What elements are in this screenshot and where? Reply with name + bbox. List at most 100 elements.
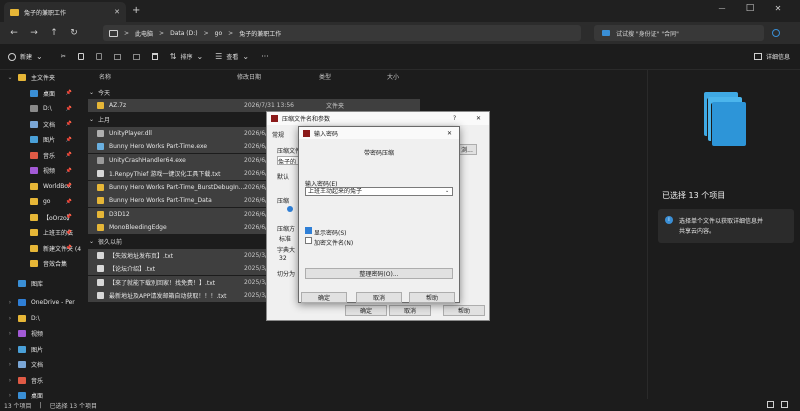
maximize-button[interactable]: □ [742,3,758,13]
chevron-down-icon[interactable]: ⌄ [89,238,94,245]
minimize-button[interactable]: — [714,4,730,12]
radio-rar[interactable] [287,206,293,212]
browse-button[interactable]: 浏... [457,144,477,155]
password-cancel-button[interactable]: 取消 [356,292,402,303]
file-icon [97,292,104,299]
column-size[interactable]: 大小 [387,72,399,81]
paste-icon[interactable] [90,48,108,66]
breadcrumb-go[interactable]: go [215,30,222,37]
sidebar-item[interactable]: 音乐 📌 [0,148,84,164]
sidebar-item[interactable]: › 文档 [0,357,84,373]
list-view-icon[interactable] [767,401,774,408]
password-dropdown-icon[interactable]: ⌄ [445,188,449,194]
sidebar-item[interactable]: 图库 [0,276,84,292]
column-type[interactable]: 类型 [319,72,331,81]
sidebar-item-label: 主文件夹 [31,75,56,83]
archive-help-button[interactable]: 帮助 [443,305,485,316]
view-button[interactable]: ☰ 查看 ⌄ [209,48,255,66]
breadcrumb-drive[interactable]: Data (D:) [170,30,198,37]
sidebar-item-label: 文档 [43,121,56,129]
password-field[interactable]: 上班王动起来的兔子 [305,187,453,196]
up-button[interactable]: ↑ [44,28,64,38]
archive-name-field[interactable]: 兔子的 [277,156,299,165]
show-password-checkbox[interactable] [305,227,312,234]
expand-chevron-icon[interactable]: › [6,346,14,353]
sidebar-item[interactable]: › 视频 [0,326,84,342]
chevron-down-icon[interactable]: ⌄ [89,116,94,123]
expand-chevron-icon[interactable]: › [6,299,14,306]
encrypt-names-checkbox[interactable] [305,237,312,244]
winrar-icon [271,115,278,122]
sidebar-item[interactable]: 视频 📌 [0,163,84,179]
archive-ok-button[interactable]: 确定 [345,305,387,316]
delete-icon[interactable] [146,48,164,66]
sidebar-item[interactable]: › 音乐 [0,373,84,389]
password-ok-button[interactable]: 确定 [301,292,347,303]
sidebar-item[interactable]: 【oOrzo】 📌 [0,210,84,226]
sidebar-item[interactable]: 上班王的伝 📌 [0,225,84,241]
group-header[interactable]: ⌄ 上月 [88,114,110,126]
breadcrumb-this-pc[interactable]: 此电脑 [135,29,153,38]
sidebar-item[interactable]: › 桌面 [0,388,84,399]
expand-chevron-icon[interactable]: › [6,330,14,337]
password-dialog-close[interactable]: ✕ [447,130,452,137]
address-bar[interactable]: > 此电脑 > Data (D:) > go > 兔子的兼职工作 [103,25,581,41]
expand-chevron-icon[interactable]: ⌄ [6,74,14,81]
sidebar-item[interactable]: D:\ 📌 [0,101,84,117]
breadcrumb-sep: > [124,29,130,37]
tab-current[interactable]: 兔子的兼职工作 ✕ [4,2,126,22]
back-button[interactable]: ← [4,28,24,38]
title-bar: 兔子的兼职工作 ✕ + — □ ✕ [0,0,800,22]
expand-chevron-icon[interactable]: › [6,392,14,399]
sidebar-item[interactable]: 音效合集 [0,256,84,272]
password-help-button[interactable]: 帮助 [409,292,455,303]
sidebar-item[interactable]: 文档 📌 [0,117,84,133]
file-name: Bunny Hero Works Part-Time_Data [109,197,212,204]
sort-button[interactable]: ⇅ 排序 ⌄ [164,48,209,66]
tile-view-icon[interactable] [781,401,788,408]
search-box[interactable]: 试试搜 "身份证" "合同" [594,25,764,41]
expand-chevron-icon[interactable]: › [6,315,14,322]
tab-close-icon[interactable]: ✕ [114,8,120,16]
sidebar-item[interactable]: WorldBox 📌 [0,179,84,195]
chevron-down-icon[interactable]: ⌄ [89,89,94,96]
pin-icon: 📌 [65,90,72,97]
more-button[interactable]: ··· [255,48,275,66]
column-date[interactable]: 修改日期 [237,72,261,81]
tab-general[interactable]: 常规 [272,130,284,139]
archive-cancel-button[interactable]: 取消 [389,305,431,316]
close-window-button[interactable]: ✕ [770,4,786,13]
tab-title: 兔子的兼职工作 [24,9,67,17]
password-heading: 带密码压缩 [363,150,394,157]
new-tab-button[interactable]: + [132,5,140,16]
sidebar-item[interactable]: 图片 📌 [0,132,84,148]
cut-icon[interactable]: ✂ [55,48,72,66]
forward-button[interactable]: → [24,28,44,38]
help-icon[interactable]: ? [453,115,456,122]
column-name[interactable]: 名称 [99,72,111,81]
expand-chevron-icon[interactable]: › [6,377,14,384]
details-button[interactable]: 详细信息 [748,48,796,66]
sidebar-item[interactable]: ⌄ 主文件夹 [0,70,84,86]
sidebar-item[interactable]: go 📌 [0,194,84,210]
archive-dialog-close[interactable]: ✕ [476,115,481,122]
expand-chevron-icon[interactable]: › [6,361,14,368]
sidebar-item-label: 音效合集 [43,261,68,269]
sidebar-item[interactable]: › 图片 [0,342,84,358]
rename-icon[interactable] [108,48,127,66]
breadcrumb-current[interactable]: 兔子的兼职工作 [239,29,281,38]
group-header[interactable]: ⌄ 今天 [88,86,110,98]
settings-icon[interactable] [772,29,780,37]
organize-passwords-button[interactable]: 整理密码(O)... [305,268,453,279]
new-button[interactable]: 新建 ⌄ [2,48,49,66]
file-icon [97,102,104,109]
sidebar-item[interactable]: › D:\ [0,311,84,327]
sidebar-item[interactable]: 新建文件夹 (4 📌 [0,241,84,257]
share-icon[interactable] [127,48,146,66]
folder-icon [30,120,38,128]
sidebar-item[interactable]: › OneDrive - Per [0,295,84,311]
group-header[interactable]: ⌄ 很久以前 [88,236,122,248]
refresh-button[interactable]: ↻ [64,28,84,38]
sidebar-item[interactable]: 桌面 📌 [0,86,84,102]
copy-icon[interactable] [72,48,90,66]
